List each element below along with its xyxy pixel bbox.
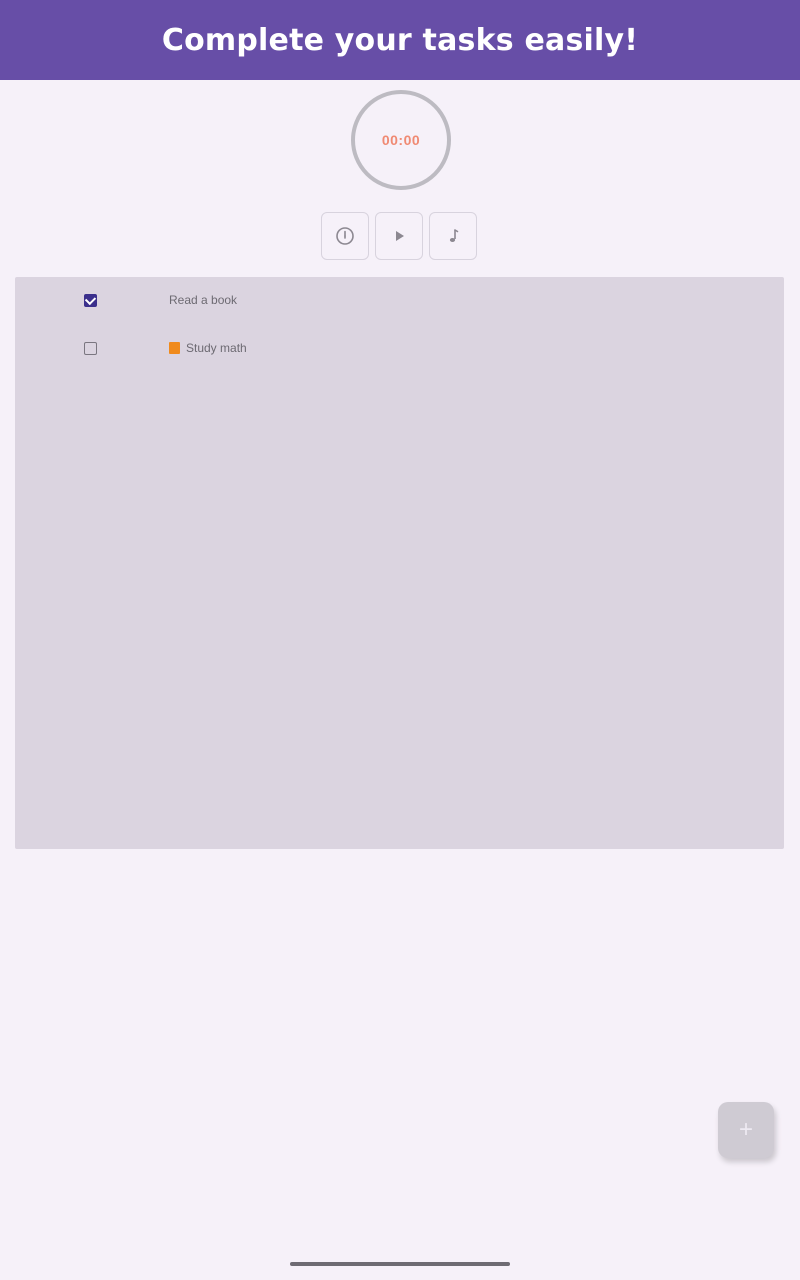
timer-controls bbox=[321, 212, 477, 260]
task-checkbox[interactable] bbox=[84, 341, 97, 355]
task-checkbox[interactable] bbox=[84, 293, 97, 307]
music-note-icon bbox=[449, 229, 459, 242]
priority-indicator bbox=[169, 342, 180, 354]
add-task-button[interactable]: + bbox=[718, 1102, 774, 1158]
timer-icon bbox=[336, 227, 354, 245]
plus-icon: + bbox=[738, 1116, 753, 1143]
timer-circle: 00:00 bbox=[351, 90, 451, 190]
play-button[interactable] bbox=[375, 212, 423, 260]
task-label-text: Read a book bbox=[169, 293, 238, 307]
task-label: Study math bbox=[169, 341, 247, 355]
task-list: Read a book Study math bbox=[15, 277, 784, 849]
timer-display: 00:00 bbox=[381, 132, 421, 148]
timer-button[interactable] bbox=[321, 212, 369, 260]
task-label: Read a book bbox=[169, 293, 237, 307]
play-icon bbox=[396, 231, 404, 241]
home-indicator[interactable] bbox=[290, 1262, 510, 1266]
app-screen: Complete your tasks easily! 00:00 Read a… bbox=[0, 0, 800, 1280]
music-button[interactable] bbox=[429, 212, 477, 260]
page-title: Complete your tasks easily! bbox=[161, 22, 639, 58]
task-label-text: Study math bbox=[186, 341, 247, 355]
task-row[interactable]: Read a book bbox=[15, 285, 784, 315]
top-app-bar: Complete your tasks easily! bbox=[0, 0, 800, 80]
task-row[interactable]: Study math bbox=[15, 333, 784, 363]
